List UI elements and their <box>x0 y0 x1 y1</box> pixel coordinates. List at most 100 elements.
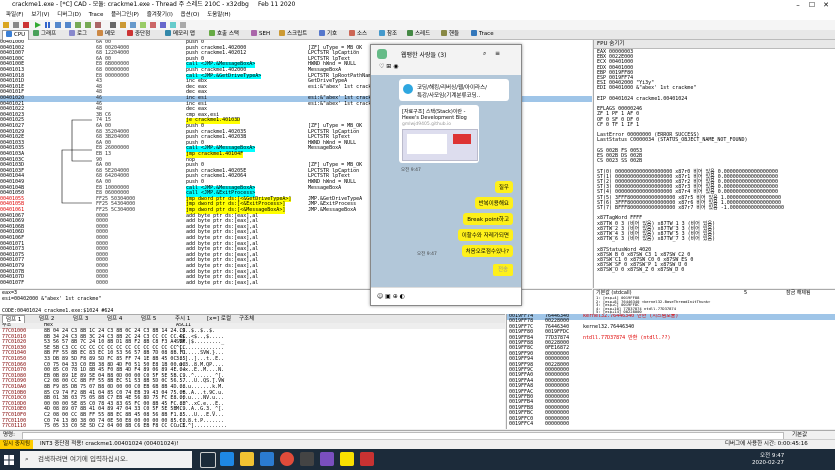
script-icon <box>279 30 285 36</box>
dump-ascii: u.3.^]........... <box>176 423 228 429</box>
call-stack-icon <box>209 30 215 36</box>
menu-favorites[interactable]: 즐겨찾기(I) <box>147 12 173 18</box>
send-button[interactable]: 전송 <box>493 264 513 276</box>
step-over-icon <box>65 22 71 28</box>
search-icon: ⌕ <box>25 455 29 463</box>
maximize-button[interactable]: ☐ <box>805 0 819 10</box>
restart-icon <box>13 22 19 28</box>
log-icon <box>69 30 75 36</box>
menu-file[interactable]: 파일(F) <box>6 12 24 18</box>
taskbar-search-input[interactable]: ⌕ 검색하려면 여기에 입력하십시오. <box>20 451 192 468</box>
message-time: 오전 9:47 <box>417 252 437 257</box>
chat-search-icon[interactable]: ⌕ <box>483 50 486 58</box>
chat-menu-icon[interactable]: ≡ <box>495 50 500 57</box>
stack-view[interactable]: 0019FF74 76446340 kernel32.76446340 반환 (시스… <box>506 314 835 429</box>
window-title: crackme1.exe - [*C] CAD - 모듈: crackme1.e… <box>12 1 249 8</box>
windows-start-icon[interactable] <box>4 455 14 465</box>
tab-script[interactable]: 스크립트 <box>276 30 310 39</box>
arg-count-input[interactable]: 5 <box>744 290 747 296</box>
tab-call-stack[interactable]: 호출 스택 <box>206 30 242 39</box>
menu-plugins[interactable]: 플러그인(P) <box>111 12 139 18</box>
x32dbg-icon[interactable] <box>360 452 374 466</box>
trace-into-icon <box>75 22 81 28</box>
variables-icon <box>170 22 176 28</box>
registers-panel[interactable]: FPU 숨기기 EAX 00000003 EBX 0022E000 ECX 0040… <box>593 40 835 288</box>
tab-references[interactable]: 참조 <box>376 30 400 39</box>
comments-icon <box>130 22 136 28</box>
chat-attach-icons[interactable]: ☺ ▣ ⊕ ◐ <box>377 293 405 300</box>
register-row[interactable]: x87SW_O 0 x87SW_Z 0 x87SW_D 0 <box>597 268 684 274</box>
hex-dump[interactable]: 주소 Hex ASCII 77C01000 8B 04 24 C3 8B 1C 2… <box>0 323 505 429</box>
stack-row[interactable]: 0019FFC4 00000000 <box>507 421 835 428</box>
notice-card[interactable]: 코딩/해킹/리버싱/웹/아이라스/ 특강/사모임(기계분류코딩.. <box>399 79 509 101</box>
chat-tool-icons[interactable]: ♡ ⊞ ◉ <box>379 63 398 70</box>
tab-trace[interactable]: Trace <box>468 30 497 39</box>
tab-source[interactable]: 소스 <box>346 30 370 39</box>
chat-bubble: 질우 <box>494 181 513 193</box>
taskbar: ⌕ 검색하려면 여기에 입력하십시오. 오전 9:47 2020-02-27 <box>0 449 835 470</box>
link-thumbnail <box>402 129 478 161</box>
tab-symbols[interactable]: 기호 <box>316 30 340 39</box>
chrome-icon[interactable] <box>280 452 294 466</box>
chat-window[interactable]: 웹팽한 사랑들 (3) ⌕ ≡ ♡ ⊞ ◉ 코딩/해킹/리버싱/웹/아이라스/ … <box>370 44 522 306</box>
notes-icon <box>97 30 103 36</box>
register-row[interactable]: CS 0023 SS 002B <box>597 159 642 165</box>
link-preview-card[interactable]: [자료구조] 스택(Stack)이란 - Heee's Development … <box>399 105 479 163</box>
graph-icon <box>33 30 39 36</box>
avatar <box>377 49 387 59</box>
register-row[interactable]: EDI 00401000 &"abex' 1st crackme" <box>597 86 696 92</box>
terminal-icon[interactable] <box>300 452 314 466</box>
breakpoint-icon <box>127 30 133 36</box>
chat-input-area[interactable]: ☺ ▣ ⊕ ◐ 전송 <box>371 264 521 305</box>
menu-trace[interactable]: Trace <box>89 12 104 18</box>
settings-icon <box>180 22 186 28</box>
tab-threads[interactable]: 스레드 <box>404 30 433 39</box>
chat-bubble: 이할수와 자레가되면 <box>457 229 513 241</box>
fpu-toggle[interactable]: FPU 숨기기 <box>594 40 835 49</box>
tab-log[interactable]: 로그 <box>66 30 90 39</box>
open-icon <box>3 22 9 28</box>
menu-help[interactable]: 도움말(H) <box>207 12 231 18</box>
register-row[interactable]: x87TW_6 3 (비어 있음) x87TW_7 3 (비어 있음) <box>597 237 715 243</box>
message-time: 오전 9:47 <box>401 168 421 173</box>
tab-handles[interactable]: 핸들 <box>438 30 462 39</box>
title-bar: crackme1.exe - [*C] CAD - 모듈: crackme1.e… <box>0 0 835 10</box>
register-row[interactable]: CF 0 TF 1 IF 1 <box>597 122 639 129</box>
minimize-button[interactable]: – <box>791 0 805 10</box>
tab-cpu[interactable]: CPU <box>2 30 30 40</box>
disasm-address: 0040107F <box>0 279 25 286</box>
tab-memory-map[interactable]: 메모리 맵 <box>162 30 198 39</box>
menu-bar: 파일(F) 보기(V) 디버그(D) Trace 플러그인(P) 즐겨찾기(I)… <box>0 10 835 20</box>
clock-date: 2020-02-27 <box>752 460 784 466</box>
menu-view[interactable]: 보기(V) <box>31 12 49 18</box>
register-row[interactable]: LastStatus C0000034 (STATUS_OBJECT_NAME_… <box>597 138 748 144</box>
register-row[interactable]: ST(7) BFFF8000000000000000 x87r7 비어 있음 -… <box>597 205 784 212</box>
unlock-checkbox[interactable]: 잠금 해제됨 <box>786 290 811 296</box>
register-row[interactable]: EIP 00401024 crackme1.00401024 <box>597 96 687 103</box>
chat-messages: 코딩/해킹/리버싱/웹/아이라스/ 특강/사모임(기계분류코딩.. [자료구조]… <box>371 75 521 287</box>
toolbar-icons[interactable] <box>0 20 420 30</box>
stack-address: 0019FFC4 <box>509 421 534 427</box>
close-button[interactable]: ✕ <box>819 0 833 10</box>
clock-time: 오전 9:47 <box>760 453 785 459</box>
handles-icon <box>441 30 447 36</box>
menu-debug[interactable]: 디버그(D) <box>57 12 81 18</box>
chat-room-name: 웹팽한 사랑들 (3) <box>401 52 447 59</box>
mail-icon[interactable] <box>260 452 274 466</box>
file-explorer-icon[interactable] <box>240 452 254 466</box>
tab-notes[interactable]: 메모 <box>94 30 118 39</box>
edge-icon[interactable] <box>220 452 234 466</box>
execute-till-return-icon <box>95 22 101 28</box>
status-bar: 일시 중지됨 INT3 중단점 적용! crackme1.00401024 (0… <box>0 439 835 449</box>
tab-graph[interactable]: 그래프 <box>30 30 59 39</box>
dump-row[interactable]: 77C01110 75 05 33 C0 5E 5D C2 04 00 8B C6… <box>0 424 505 429</box>
visual-studio-icon[interactable] <box>320 452 334 466</box>
kakaotalk-icon[interactable] <box>340 452 354 466</box>
functions-icon <box>160 22 166 28</box>
task-view-icon[interactable] <box>200 452 216 468</box>
menu-options[interactable]: 옵션(O) <box>181 12 200 18</box>
tab-seh[interactable]: SEH <box>248 30 273 39</box>
notice-icon <box>403 84 413 94</box>
build-date: Feb 11 2020 <box>258 1 296 8</box>
tab-breakpoints[interactable]: 중단점 <box>124 30 153 39</box>
